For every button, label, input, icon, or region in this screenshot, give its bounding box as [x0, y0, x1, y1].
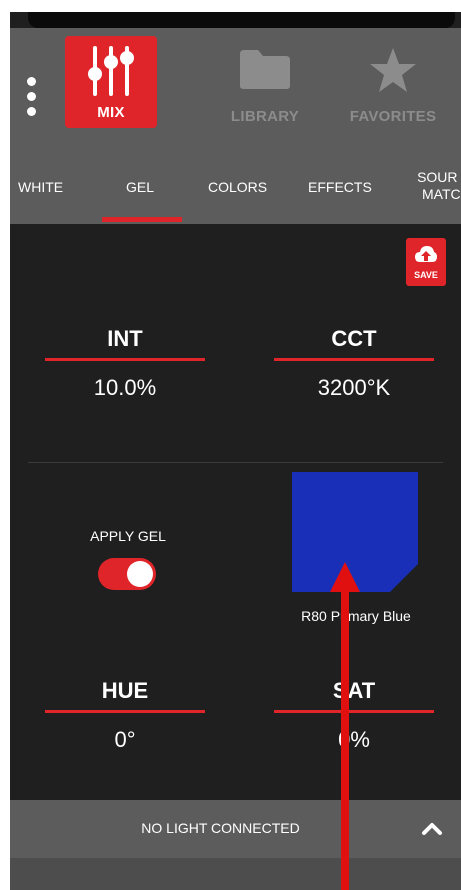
tab-source-match[interactable]: SOUR MATC — [414, 169, 461, 203]
connection-status-text: NO LIGHT CONNECTED — [141, 820, 300, 836]
tab-library-label: LIBRARY — [230, 108, 300, 125]
sub-tab-bar: WHITE GEL COLORS EFFECTS SOUR MATC — [10, 152, 461, 224]
tab-colors[interactable]: COLORS — [208, 179, 267, 195]
gel-name: R80 Primary Blue — [301, 608, 411, 624]
cct-underline — [274, 358, 434, 361]
tab-gel[interactable]: GEL — [126, 179, 154, 195]
hue-underline — [45, 710, 205, 713]
app-screen: MIX LIBRARY FAVORITES WHITE GEL COLORS E… — [10, 12, 461, 890]
cct-control[interactable]: CCT 3200°K — [274, 320, 434, 401]
tab-favorites-label: FAVORITES — [349, 108, 437, 125]
save-label: SAVE — [414, 270, 438, 280]
tab-library[interactable]: LIBRARY — [210, 36, 320, 128]
sat-underline — [274, 710, 434, 713]
hue-value: 0° — [114, 727, 136, 752]
bottom-panel — [10, 858, 461, 890]
tab-mix[interactable]: MIX — [65, 36, 157, 128]
sliders-icon — [88, 46, 134, 96]
cct-value: 3200°K — [317, 375, 391, 400]
section-divider — [28, 462, 443, 463]
tab-white[interactable]: WHITE — [18, 179, 63, 195]
mode-tab-bar: MIX LIBRARY FAVORITES — [10, 28, 461, 152]
cloud-upload-icon — [415, 246, 437, 262]
tab-effects[interactable]: EFFECTS — [308, 179, 372, 195]
active-tab-indicator — [102, 217, 182, 222]
hue-title: HUE — [101, 678, 149, 703]
hue-control[interactable]: HUE 0° — [45, 672, 205, 753]
toggle-knob — [127, 561, 153, 587]
apply-gel-label: APPLY GEL — [90, 528, 166, 544]
sat-title: SAT — [332, 678, 376, 703]
tab-source-match-line2: MATC — [422, 186, 461, 202]
folder-icon — [240, 50, 290, 89]
int-title: INT — [107, 326, 143, 351]
more-menu-icon[interactable] — [24, 77, 38, 121]
star-icon — [370, 48, 416, 92]
int-value: 10.0% — [93, 375, 157, 400]
status-notch — [28, 12, 455, 28]
sat-control[interactable]: SAT 0% — [274, 672, 434, 753]
sat-value: 0% — [338, 727, 370, 752]
connection-status-bar[interactable]: NO LIGHT CONNECTED — [10, 800, 461, 858]
tab-mix-label: MIX — [97, 104, 125, 121]
tab-source-match-line1: SOUR — [417, 169, 458, 185]
cct-title: CCT — [331, 326, 377, 351]
save-button[interactable]: SAVE — [406, 238, 446, 286]
int-underline — [45, 358, 205, 361]
chevron-up-icon[interactable] — [421, 818, 443, 840]
int-control[interactable]: INT 10.0% — [45, 320, 205, 401]
tab-favorites[interactable]: FAVORITES — [333, 36, 453, 128]
gel-swatch[interactable] — [292, 472, 418, 592]
apply-gel-toggle[interactable] — [98, 558, 156, 590]
